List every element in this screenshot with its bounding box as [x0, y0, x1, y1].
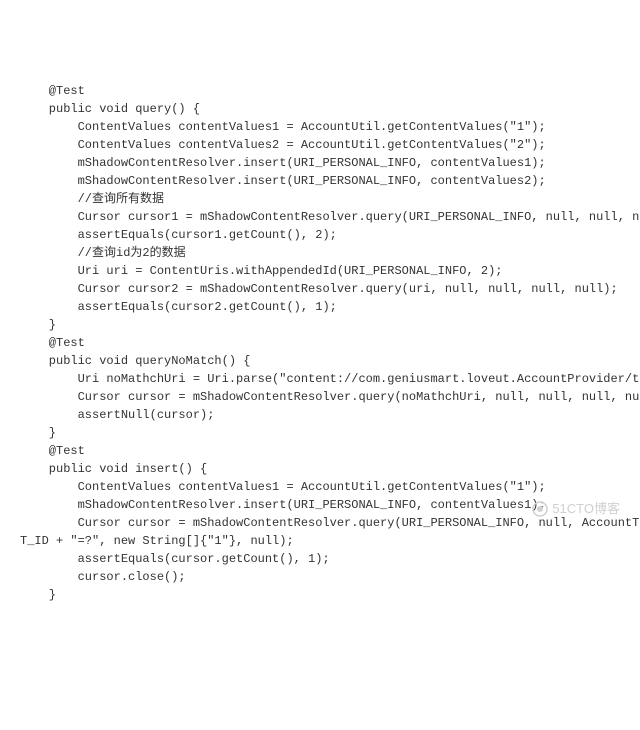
code-block: @Test public void query() { ContentValue… [20, 82, 620, 604]
code-line: assertEquals(cursor1.getCount(), 2); [20, 226, 620, 244]
code-line: Cursor cursor = mShadowContentResolver.q… [20, 388, 620, 406]
code-line: cursor.close(); [20, 568, 620, 586]
code-line: Cursor cursor1 = mShadowContentResolver.… [20, 208, 620, 226]
code-line: public void query() { [20, 100, 620, 118]
code-line: } [20, 424, 620, 442]
code-line: @Test [20, 442, 620, 460]
code-line: Uri noMathchUri = Uri.parse("content://c… [20, 370, 620, 388]
code-line: } [20, 316, 620, 334]
code-line: mShadowContentResolver.insert(URI_PERSON… [20, 154, 620, 172]
watermark-text: 51CTO博客 [552, 501, 620, 516]
watermark: 51CTO博客 [525, 479, 620, 518]
code-line: //查询id为2的数据 [20, 244, 620, 262]
code-line: public void insert() { [20, 460, 620, 478]
code-line: mShadowContentResolver.insert(URI_PERSON… [20, 172, 620, 190]
code-line: Cursor cursor2 = mShadowContentResolver.… [20, 280, 620, 298]
code-line: T_ID + "=?", new String[]{"1"}, null); [20, 532, 620, 550]
code-line: @Test [20, 82, 620, 100]
code-line: Uri uri = ContentUris.withAppendedId(URI… [20, 262, 620, 280]
code-line: assertNull(cursor); [20, 406, 620, 424]
code-line: @Test [20, 334, 620, 352]
code-line: //查询所有数据 [20, 190, 620, 208]
code-line: assertEquals(cursor.getCount(), 1); [20, 550, 620, 568]
code-line: } [20, 586, 620, 604]
code-line: assertEquals(cursor2.getCount(), 1); [20, 298, 620, 316]
code-line: ContentValues contentValues1 = AccountUt… [20, 118, 620, 136]
code-line: public void queryNoMatch() { [20, 352, 620, 370]
code-line: ContentValues contentValues2 = AccountUt… [20, 136, 620, 154]
watermark-logo-icon [532, 501, 548, 517]
